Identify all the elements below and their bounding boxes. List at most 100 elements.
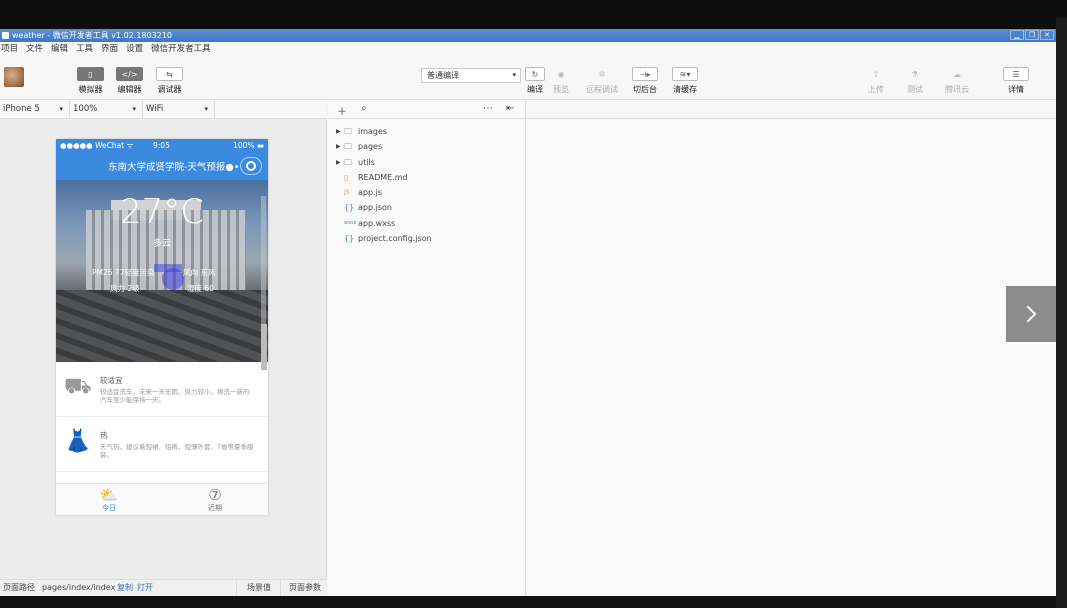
dress-icon: 👗 <box>64 429 92 454</box>
tree-item-project-config[interactable]: {} project.config.json <box>328 231 525 246</box>
menu-file[interactable]: 文件 <box>26 42 43 57</box>
simulator-area: ●●●●● WeChat ᯤ 9:05 100% ▬ 东南大学成贤学院-天气预报… <box>0 119 327 579</box>
test-button[interactable]: ⚗ 测试 <box>905 67 925 95</box>
phone-status-bar: ●●●●● WeChat ᯤ 9:05 100% ▬ <box>56 139 268 152</box>
search-icon[interactable]: ⌕ <box>361 103 367 114</box>
tree-item-utils[interactable]: ▶ 🗀 utils <box>328 155 525 170</box>
page-path-bar: 页面路径 pages/index/index 复制 打开 场景值 页面参数 <box>0 579 327 596</box>
device-model-value: iPhone 5 <box>3 104 40 114</box>
wind-direction: 风向 东风 <box>183 268 216 277</box>
simulator-toggle[interactable]: ▯ 模拟器 <box>77 67 104 95</box>
screen-top-black-bar <box>0 0 1067 29</box>
preview-label: 预览 <box>553 85 569 94</box>
menu-view[interactable]: 界面 <box>101 42 118 57</box>
window-controls: ▁ ❐ ✕ <box>1010 30 1054 40</box>
code-icon: </> <box>116 67 143 81</box>
editor-toggle[interactable]: </> 编辑器 <box>116 67 143 95</box>
menu-lines-icon: ☰ <box>1003 67 1029 81</box>
compile-button[interactable]: ↻ 编译 <box>525 67 545 95</box>
phone-tab-bar: ⛅ 今日 ⑦ 近期 <box>56 483 268 515</box>
device-model-select[interactable]: iPhone 5 ▾ <box>0 100 70 119</box>
capsule-button[interactable] <box>240 157 262 175</box>
status-time: 9:05 <box>153 141 170 150</box>
menu-edit[interactable]: 编辑 <box>51 42 68 57</box>
menu-settings[interactable]: 设置 <box>126 42 143 57</box>
tree-item-images[interactable]: ▶ 🗀 images <box>328 124 525 139</box>
tab-recent-label: 近期 <box>208 504 222 512</box>
page-path-label: 页面路径 <box>3 583 35 592</box>
editor-label: 编辑器 <box>117 85 142 94</box>
window-title: weather - 微信开发者工具 v1.02.1803210 <box>12 31 173 40</box>
target-icon <box>246 161 256 171</box>
menu-wechat-devtools[interactable]: 微信开发者工具 <box>151 42 211 57</box>
background-button[interactable]: ⊣▸ 切后台 <box>632 67 658 95</box>
phone-icon: ▯ <box>77 67 104 81</box>
zoom-value: 100% <box>73 104 98 114</box>
open-link[interactable]: 打开 <box>137 580 153 596</box>
menu-tools[interactable]: 工具 <box>76 42 93 57</box>
add-icon[interactable]: ＋ <box>337 103 347 118</box>
status-carrier: ●●●●● WeChat ᯤ <box>60 140 134 150</box>
tree-item-app-json[interactable]: {} app.json <box>328 200 525 215</box>
file-tree: ▶ 🗀 images ▶ 🗀 pages ▶ 🗀 utils ▯ README.md JS ap… <box>328 119 525 246</box>
tab-recent[interactable]: ⑦ 近期 <box>162 484 268 515</box>
caret-right-icon: ▶ <box>336 143 341 151</box>
test-label: 测试 <box>907 85 923 94</box>
debugger-toggle[interactable]: ⇆ 调试器 <box>156 67 183 95</box>
status-battery: 100% ▬ <box>233 141 264 150</box>
details-button[interactable]: ☰ 详情 <box>1003 67 1029 95</box>
car-icon: ⛟ <box>64 374 92 399</box>
clear-cache-button[interactable]: ≋▾ 清缓存 <box>672 67 698 95</box>
humidity: 湿度 60 <box>187 284 214 293</box>
phone-simulator: ●●●●● WeChat ᯤ 9:05 100% ▬ 东南大学成贤学院-天气预报… <box>56 139 268 515</box>
chevron-down-icon: ▾ <box>204 105 208 113</box>
clear-cache-label: 清缓存 <box>673 85 697 94</box>
minimize-button[interactable]: ▁ <box>1010 30 1024 40</box>
list-scrollbar[interactable] <box>261 324 267 370</box>
preview-button[interactable]: ◉ 预览 <box>552 67 570 95</box>
scene-value-button[interactable]: 场景值 <box>236 580 271 596</box>
page-path-value: pages/index/index <box>42 583 116 592</box>
simulator-label: 模拟器 <box>78 85 103 94</box>
maximize-button[interactable]: ❐ <box>1025 30 1039 40</box>
suggestion-title: 热 <box>100 431 108 440</box>
user-avatar[interactable] <box>4 67 24 87</box>
suggestion-desc: 天气热，建议着短裙、短裤、短薄外套、T恤等夏季服装。 <box>100 443 254 459</box>
suggestion-car-wash: ⛟ 较适宜 较适宜洗车，未来一天无雨，风力较小，擦洗一新的汽车至少能保持一天。 <box>56 362 268 417</box>
next-slide-button[interactable] <box>1006 286 1056 342</box>
menu-project[interactable]: 项目 <box>1 42 18 57</box>
remote-debug-button[interactable]: ✲ 远程调试 <box>586 67 618 95</box>
caret-right-icon: ▶ <box>336 158 341 166</box>
upload-label: 上传 <box>868 85 884 94</box>
network-value: WiFi <box>146 104 164 114</box>
tree-item-app-wxss[interactable]: wxss app.wxss <box>328 216 525 231</box>
wxss-file-icon: wxss <box>344 219 357 226</box>
debug-icon: ⇆ <box>156 67 183 81</box>
upload-button[interactable]: ⇧ 上传 <box>866 67 886 95</box>
compile-mode-value: 普通编译 <box>427 71 459 80</box>
flask-icon: ⚗ <box>911 69 919 79</box>
close-button[interactable]: ✕ <box>1040 30 1054 40</box>
debugger-label: 调试器 <box>157 85 182 94</box>
folder-icon: 🗀 <box>344 157 352 167</box>
more-icon[interactable]: ⋯ <box>483 103 493 114</box>
tree-item-app-js[interactable]: JS app.js <box>328 185 525 200</box>
window-titlebar: weather - 微信开发者工具 v1.02.1803210 ▁ ❐ ✕ <box>0 29 1056 42</box>
upload-icon: ⇧ <box>872 69 880 79</box>
collapse-icon[interactable]: ⇤ <box>506 103 514 114</box>
tencent-cloud-button[interactable]: ☁ 腾讯云 <box>944 67 970 95</box>
compile-mode-select[interactable]: 普通编译 ▾ <box>421 68 521 83</box>
main-toolbar: ▯ 模拟器 </> 编辑器 ⇆ 调试器 普通编译 ▾ ↻ 编译 ◉ 预览 ✲ 远… <box>0 57 1056 100</box>
zoom-select[interactable]: 100% ▾ <box>70 100 143 119</box>
tree-item-pages[interactable]: ▶ 🗀 pages <box>328 139 525 154</box>
page-params-button[interactable]: 页面参数 <box>280 580 321 596</box>
app-icon <box>2 32 9 39</box>
details-label: 详情 <box>1008 85 1024 94</box>
tree-item-readme[interactable]: ▯ README.md <box>328 170 525 185</box>
temperature: 27°C <box>119 192 204 232</box>
weather-description: 多云 <box>152 239 171 249</box>
copy-link[interactable]: 复制 <box>117 580 133 596</box>
markdown-file-icon: ▯ <box>344 172 349 182</box>
network-select[interactable]: WiFi ▾ <box>143 100 215 119</box>
tab-today[interactable]: ⛅ 今日 <box>56 484 162 515</box>
